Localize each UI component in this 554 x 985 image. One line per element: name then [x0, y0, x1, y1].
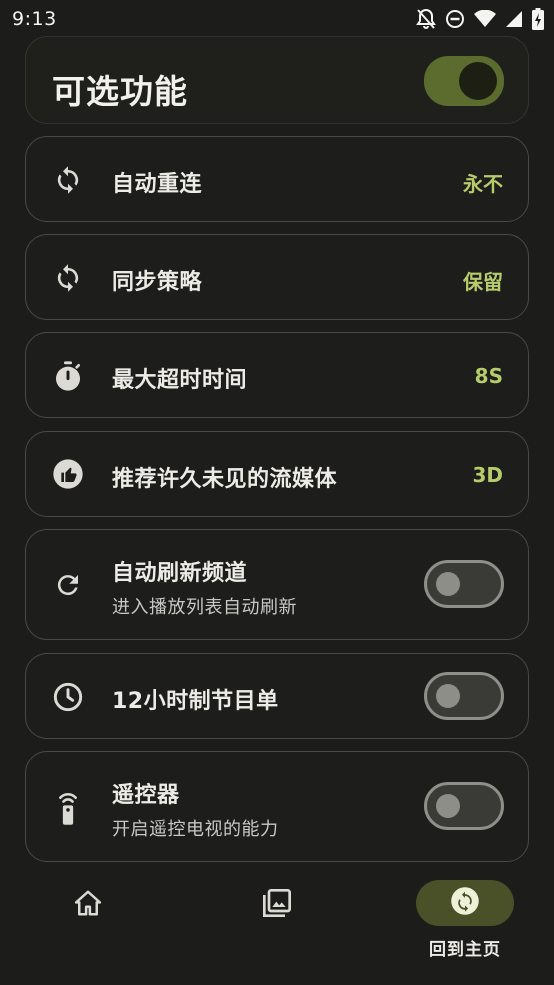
- clock-icon: [52, 681, 84, 713]
- nav-active-pill: [416, 880, 514, 926]
- auto-refresh-toggle[interactable]: [424, 560, 504, 608]
- setting-subtitle: 开启遥控电视的能力: [112, 819, 279, 840]
- refresh-icon: [52, 569, 84, 601]
- signal-icon: [505, 10, 523, 28]
- setting-12-hour-guide[interactable]: 12小时制节目单: [25, 653, 529, 739]
- toggle-knob: [436, 794, 460, 818]
- setting-title: 自动重连: [112, 172, 203, 197]
- remote-control-icon: [52, 790, 84, 826]
- do-not-disturb-icon: [445, 9, 465, 29]
- setting-auto-reconnect[interactable]: 自动重连 永不: [25, 136, 529, 222]
- wifi-icon: [474, 10, 496, 28]
- toggle-knob: [459, 62, 497, 100]
- optional-features-header: 可选功能: [25, 36, 529, 124]
- status-icons: [416, 8, 544, 30]
- page-title: 可选功能: [52, 72, 188, 111]
- nav-label: 回到主页: [429, 940, 501, 960]
- setting-value: 保留: [463, 270, 503, 294]
- setting-subtitle: 进入播放列表自动刷新: [112, 597, 297, 618]
- setting-title: 自动刷新频道: [112, 561, 248, 586]
- setting-title: 推荐许久未见的流媒体: [112, 467, 338, 492]
- setting-recommend-streams[interactable]: 推荐许久未见的流媒体 3D: [25, 431, 529, 517]
- toggle-knob: [436, 684, 460, 708]
- sync-icon: [52, 262, 84, 294]
- thumb-up-icon: [52, 458, 84, 490]
- timer-icon: [52, 360, 84, 392]
- setting-title: 同步策略: [112, 270, 203, 295]
- setting-title: 遥控器: [112, 783, 180, 808]
- twelve-hour-toggle[interactable]: [424, 672, 504, 720]
- setting-title: 最大超时时间: [112, 368, 248, 393]
- nav-home[interactable]: [58, 880, 118, 926]
- nav-gallery[interactable]: [247, 880, 307, 926]
- setting-max-timeout[interactable]: 最大超时时间 8S: [25, 332, 529, 418]
- setting-auto-refresh-channels[interactable]: 自动刷新频道 进入播放列表自动刷新: [25, 529, 529, 640]
- status-bar: 9:13: [0, 0, 554, 38]
- setting-title: 12小时制节目单: [112, 689, 279, 714]
- toggle-knob: [436, 572, 460, 596]
- remote-control-toggle[interactable]: [424, 782, 504, 830]
- setting-remote-control[interactable]: 遥控器 开启遥控电视的能力: [25, 751, 529, 862]
- bottom-navigation: 回到主页: [0, 872, 554, 985]
- setting-value: 8S: [474, 364, 503, 388]
- notifications-off-icon: [416, 8, 436, 30]
- photo-library-icon: [247, 880, 307, 926]
- battery-charging-icon: [532, 8, 544, 30]
- setting-value: 3D: [472, 463, 503, 487]
- nav-back-home[interactable]: 回到主页: [416, 880, 514, 960]
- setting-value: 永不: [463, 172, 503, 196]
- setting-sync-strategy[interactable]: 同步策略 保留: [25, 234, 529, 320]
- status-time: 9:13: [12, 8, 57, 30]
- sync-icon: [52, 164, 84, 196]
- sync-circle-icon: [450, 886, 480, 920]
- optional-features-toggle[interactable]: [424, 56, 504, 106]
- home-icon: [58, 880, 118, 926]
